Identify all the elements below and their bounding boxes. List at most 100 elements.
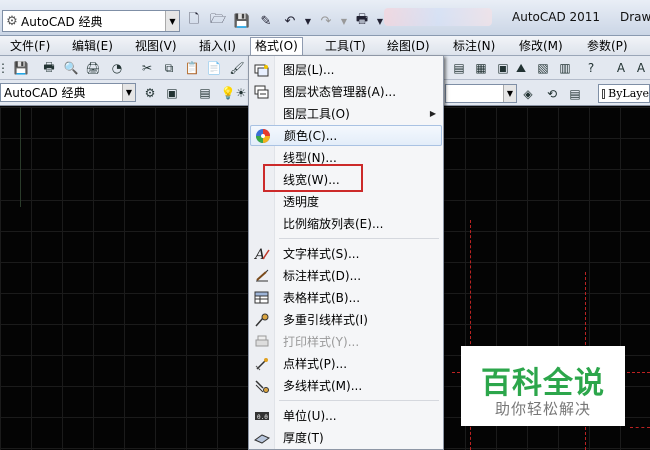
menu-parametric[interactable]: 参数(P) bbox=[583, 38, 632, 55]
layer-state-icon[interactable]: ▤ bbox=[566, 85, 584, 103]
menu-item-transparency[interactable]: 透明度 bbox=[250, 191, 442, 212]
color-control-icon[interactable]: ◈ bbox=[519, 85, 537, 103]
save-icon[interactable]: 💾 bbox=[231, 10, 253, 32]
menu-view[interactable]: 视图(V) bbox=[131, 38, 181, 55]
menu-edit[interactable]: 编辑(E) bbox=[68, 38, 117, 55]
workspace-switcher[interactable]: ⚙ AutoCAD 经典 ▼ bbox=[2, 10, 180, 32]
publish-icon[interactable]: 🖨 bbox=[84, 59, 102, 77]
linetype-swatch bbox=[602, 88, 606, 99]
menu-bar: 文件(F) 编辑(E) 视图(V) 插入(I) 格式(O) 工具(T) 绘图(D… bbox=[0, 36, 650, 56]
plot-icon[interactable]: 🖶 bbox=[40, 59, 58, 77]
text-style-icon: A bbox=[250, 243, 274, 264]
paste-special-icon[interactable]: 📄 bbox=[205, 59, 223, 77]
menu-draw[interactable]: 绘图(D) bbox=[383, 38, 434, 55]
menu-file[interactable]: 文件(F) bbox=[6, 38, 54, 55]
open-folder-icon[interactable]: 🗁 bbox=[207, 10, 229, 32]
chevron-down-icon[interactable]: ▼ bbox=[503, 85, 516, 102]
menu-item-color[interactable]: 颜色(C)... bbox=[250, 125, 442, 146]
gear-icon: ⚙ bbox=[6, 13, 18, 29]
quick-access-toolbar: 🗋 🗁 💾 ✎ ↶ ▼ ↷ ▼ 🖶 ▼ bbox=[183, 10, 385, 32]
app-title: AutoCAD 2011 bbox=[512, 10, 601, 24]
menu-item-label: 文字样式(S)... bbox=[283, 247, 360, 261]
3d-dwf-icon[interactable]: ◔ bbox=[108, 59, 126, 77]
menu-tools[interactable]: 工具(T) bbox=[321, 38, 370, 55]
highlight-annotation-box bbox=[263, 164, 363, 192]
menu-item-multileader-style[interactable]: 多重引线样式(I) bbox=[250, 309, 442, 330]
redo-icon[interactable]: ↷ bbox=[315, 10, 337, 32]
plot-icon[interactable]: 🖶 bbox=[351, 10, 373, 32]
thickness-icon bbox=[250, 427, 274, 448]
menu-item-layer-tools[interactable]: 图层工具(O) ▶ bbox=[250, 103, 442, 124]
menu-item-label: 图层工具(O) bbox=[283, 107, 350, 121]
paste-icon[interactable]: 📋 bbox=[183, 59, 201, 77]
menu-item-label: 图层状态管理器(A)... bbox=[283, 85, 397, 99]
color-wheel-icon bbox=[251, 125, 275, 146]
design-center-icon[interactable]: ▦ bbox=[472, 59, 490, 77]
customize-icon[interactable]: ▣ bbox=[163, 84, 181, 102]
menu-format[interactable]: 格式(O) bbox=[250, 37, 303, 56]
layer-properties-icon[interactable]: ▤ bbox=[196, 84, 214, 102]
help-icon[interactable]: ? bbox=[582, 59, 600, 77]
save-icon[interactable]: 💾 bbox=[12, 59, 30, 77]
workspace-switcher-label: AutoCAD 经典 bbox=[21, 14, 103, 29]
units-icon: 0.0 bbox=[250, 405, 274, 426]
menu-item-table-style[interactable]: 表格样式(B)... bbox=[250, 287, 442, 308]
grid-axis-line bbox=[20, 107, 21, 207]
multiline-style-icon bbox=[250, 375, 274, 396]
watermark-title: 百科全说 bbox=[481, 366, 605, 401]
menu-item-scale-list[interactable]: 比例缩放列表(E)... bbox=[250, 213, 442, 234]
menu-item-label: 厚度(T) bbox=[283, 431, 324, 445]
properties-icon[interactable]: ▤ bbox=[450, 59, 468, 77]
menu-separator bbox=[279, 238, 439, 239]
menu-item-label: 打印样式(Y)... bbox=[283, 335, 360, 349]
new-file-icon[interactable]: 🗋 bbox=[183, 10, 205, 32]
chevron-down-icon[interactable]: ▼ bbox=[122, 84, 135, 101]
point-style-icon bbox=[250, 353, 274, 374]
watermark: 百科全说 助你轻松解决 bbox=[461, 346, 625, 426]
copy-icon[interactable]: ⧉ bbox=[160, 59, 178, 77]
layer-previous-icon[interactable]: ⟲ bbox=[543, 85, 561, 103]
menu-insert[interactable]: 插入(I) bbox=[195, 38, 240, 55]
markup-icon[interactable]: ▧ bbox=[534, 59, 552, 77]
menu-item-label: 标注样式(D)... bbox=[283, 269, 362, 283]
redo-dropdown-icon[interactable]: ▼ bbox=[339, 10, 349, 32]
table-style-icon bbox=[250, 287, 274, 308]
menu-item-plot-style: 打印样式(Y)... bbox=[250, 331, 442, 352]
multileader-style-icon bbox=[250, 309, 274, 330]
match-properties-icon[interactable]: 🖌 bbox=[228, 59, 246, 77]
undo-dropdown-icon[interactable]: ▼ bbox=[303, 10, 313, 32]
menu-item-label: 表格样式(B)... bbox=[283, 291, 361, 305]
menu-item-units[interactable]: 0.0 单位(U)... bbox=[250, 405, 442, 426]
plot-preview-icon[interactable]: 🔍 bbox=[62, 59, 80, 77]
svg-text:0.0: 0.0 bbox=[257, 414, 268, 421]
menu-item-point-style[interactable]: 点样式(P)... bbox=[250, 353, 442, 374]
text-style-combo-icon[interactable]: A bbox=[632, 59, 650, 77]
title-bar: ⚙ AutoCAD 经典 ▼ 🗋 🗁 💾 ✎ ↶ ▼ ↷ ▼ 🖶 ▼ AutoC… bbox=[0, 0, 650, 36]
sheet-set-icon[interactable]: ⛰ bbox=[512, 59, 530, 77]
menu-item-text-style[interactable]: A 文字样式(S)... bbox=[250, 243, 442, 264]
cut-icon[interactable]: ✂ bbox=[138, 59, 156, 77]
menu-item-layer[interactable]: 图层(L)... bbox=[250, 59, 442, 80]
text-style-toolbar-icon[interactable]: A bbox=[612, 59, 630, 77]
color-combo[interactable]: ▼ bbox=[445, 84, 517, 103]
menu-item-multiline-style[interactable]: 多线样式(M)... bbox=[250, 375, 442, 396]
menu-dimension[interactable]: 标注(N) bbox=[449, 38, 499, 55]
plot-style-icon bbox=[250, 331, 274, 352]
workspace-combo[interactable]: AutoCAD 经典 ▼ bbox=[0, 83, 136, 102]
menu-item-label: 比例缩放列表(E)... bbox=[283, 217, 384, 231]
menu-item-dimension-style[interactable]: 标注样式(D)... bbox=[250, 265, 442, 286]
menu-item-label: 图层(L)... bbox=[283, 63, 335, 77]
save-as-icon[interactable]: ✎ bbox=[255, 10, 277, 32]
calculator-icon[interactable]: ▥ bbox=[556, 59, 574, 77]
linetype-combo-label: ByLaye bbox=[608, 87, 649, 100]
drawing-title: Draw bbox=[620, 10, 650, 24]
workspace-settings-icon[interactable]: ⚙ bbox=[141, 84, 159, 102]
menu-item-layer-states[interactable]: 图层状态管理器(A)... bbox=[250, 81, 442, 102]
menu-item-thickness[interactable]: 厚度(T) bbox=[250, 427, 442, 448]
chevron-down-icon[interactable]: ▼ bbox=[165, 11, 179, 31]
undo-icon[interactable]: ↶ bbox=[279, 10, 301, 32]
linetype-combo[interactable]: ByLaye bbox=[598, 84, 650, 103]
menu-modify[interactable]: 修改(M) bbox=[515, 38, 567, 55]
dashed-line bbox=[630, 427, 650, 428]
tool-palettes-icon[interactable]: ▣ bbox=[494, 59, 512, 77]
